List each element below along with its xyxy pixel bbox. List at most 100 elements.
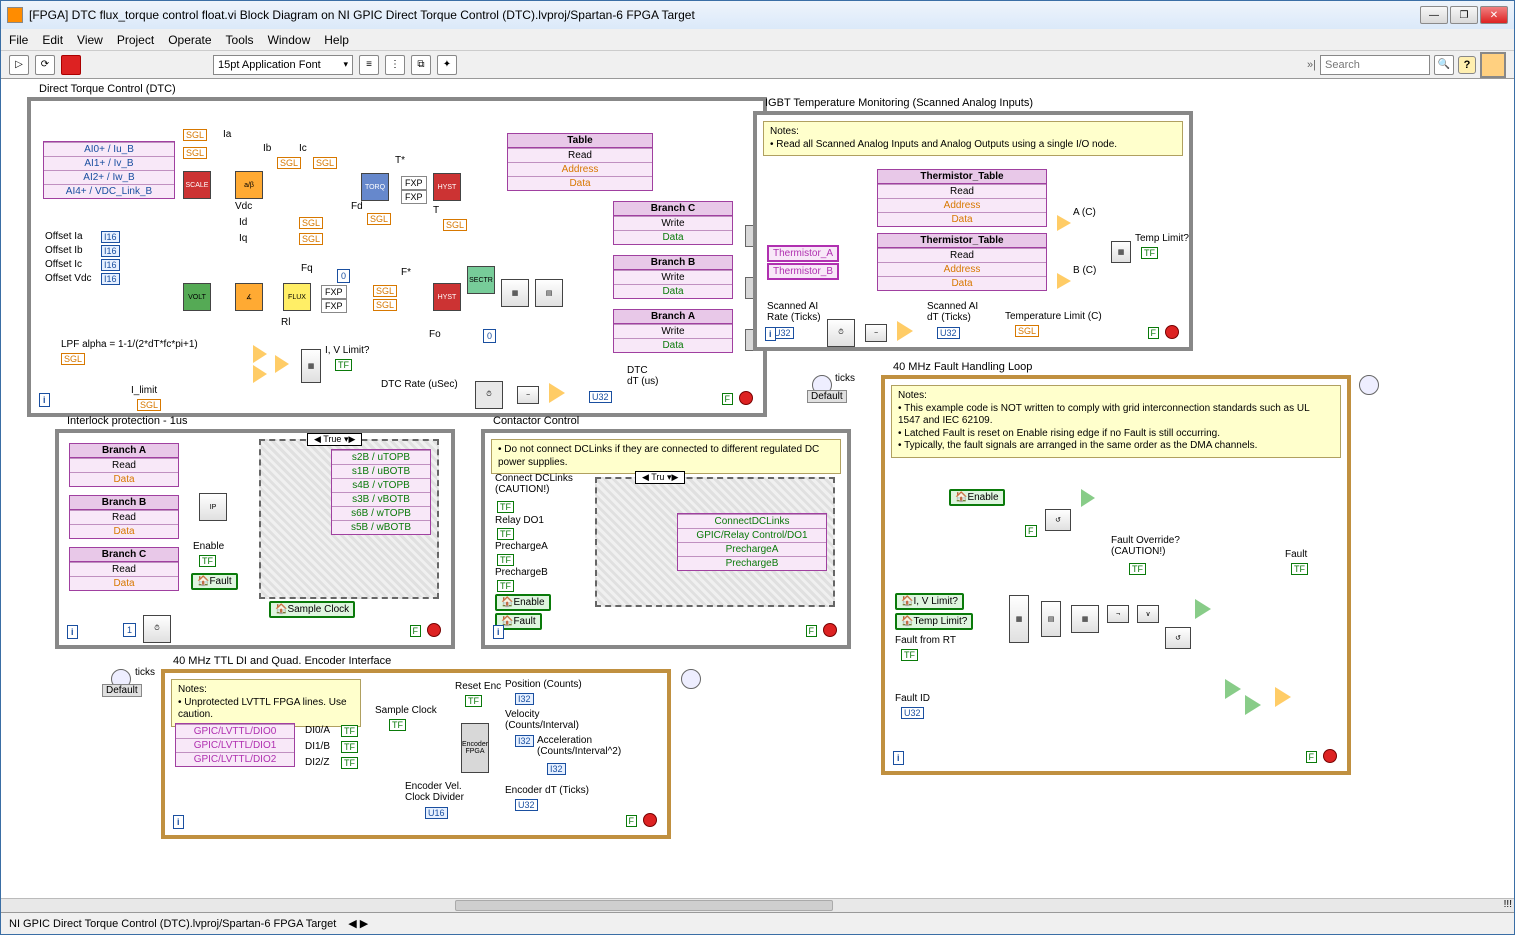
stop-terminal-icon[interactable] <box>739 391 753 405</box>
node-thermistor-table-a[interactable]: Thermistor_Table Read Address Data <box>877 169 1047 227</box>
horizontal-scrollbar[interactable]: !!! <box>1 898 1514 912</box>
stop-terminal-icon[interactable] <box>1165 325 1179 339</box>
subvi-hyst-f[interactable]: HYST <box>433 283 461 311</box>
align-button[interactable]: ≡ <box>359 55 379 75</box>
local-temp-limit[interactable]: 🏠Temp Limit? <box>895 613 973 630</box>
node-relay-outputs[interactable]: ConnectDCLinks GPIC/Relay Control/DO1 Pr… <box>677 513 827 571</box>
menu-window[interactable]: Window <box>268 33 311 47</box>
not-icon[interactable]: ¬ <box>1107 605 1129 623</box>
node-branch-b-read[interactable]: Branch B Read Data <box>69 495 179 539</box>
menu-help[interactable]: Help <box>324 33 349 47</box>
loop-condition-terminal[interactable]: F <box>1148 327 1160 339</box>
loop-condition-terminal[interactable]: F <box>1306 751 1318 763</box>
build-array-icon[interactable]: ▦ <box>1111 241 1131 263</box>
subvi-interlock[interactable]: IP <box>199 493 227 521</box>
node-branch-a-read[interactable]: Branch A Read Data <box>69 443 179 487</box>
distribute-button[interactable]: ⋮ <box>385 55 405 75</box>
stop-terminal-icon[interactable] <box>1323 749 1337 763</box>
stop-terminal-icon[interactable] <box>823 623 837 637</box>
node-half-bridge[interactable]: s2B / uTOPB s1B / uBOTB s4B / vTOPB s3B … <box>331 449 431 535</box>
font-selector[interactable]: 15pt Application Font <box>213 55 353 75</box>
build-array-icon[interactable]: ▦ <box>1009 595 1029 643</box>
run-button[interactable]: ▷ <box>9 55 29 75</box>
node-table[interactable]: Table Read Address Data <box>507 133 653 191</box>
node-branch-c-read[interactable]: Branch C Read Data <box>69 547 179 591</box>
subvi-torque[interactable]: TORQ <box>361 173 389 201</box>
subvi-transform[interactable]: ∡ <box>235 283 263 311</box>
local-iv-limit[interactable]: 🏠I, V Limit? <box>895 593 964 610</box>
node-branch-c[interactable]: Branch C Write Data <box>613 201 733 245</box>
stop-terminal-icon[interactable] <box>427 623 441 637</box>
node-analog-inputs[interactable]: AI0+ / Iu_B AI1+ / Iv_B AI2+ / Iw_B AI4+… <box>43 141 175 199</box>
subvi-encoder-fpga[interactable]: EncoderFPGA <box>461 723 489 773</box>
subvi-volt[interactable]: VOLT <box>183 283 211 311</box>
label-fault-override: Fault Override? (CAUTION!) <box>1111 535 1180 557</box>
label-default[interactable]: Default <box>807 390 847 403</box>
help-button[interactable]: ? <box>1458 56 1476 74</box>
build-array-icon[interactable]: ▦ <box>301 349 321 383</box>
loop-condition-terminal[interactable]: F <box>410 625 422 637</box>
menu-operate[interactable]: Operate <box>168 33 211 47</box>
i16-indicator: I16 <box>101 231 120 243</box>
subvi-flux[interactable]: FLUX <box>283 283 311 311</box>
subvi-boolean-array[interactable]: ▦ <box>1071 605 1099 633</box>
close-button[interactable]: ✕ <box>1480 6 1508 24</box>
menu-project[interactable]: Project <box>117 33 154 47</box>
numeric-constant-one[interactable]: 1 <box>123 623 136 637</box>
menu-file[interactable]: File <box>9 33 28 47</box>
local-enable[interactable]: 🏠Enable <box>495 594 551 611</box>
menu-view[interactable]: View <box>77 33 103 47</box>
stop-terminal-icon[interactable] <box>643 813 657 827</box>
scrollbar-thumb[interactable] <box>455 900 833 911</box>
subvi-scale[interactable]: SCALE <box>183 171 211 199</box>
run-cont-button[interactable]: ⟳ <box>35 55 55 75</box>
local-enable[interactable]: 🏠Enable <box>949 489 1005 506</box>
subvi-loop-timer[interactable]: ⏱ <box>827 319 855 347</box>
subvi-loop-timer[interactable]: ⏱ <box>475 381 503 409</box>
cleanup-button[interactable]: ✦ <box>437 55 457 75</box>
node-branch-b[interactable]: Branch B Write Data <box>613 255 733 299</box>
loop-dtc-title: Direct Torque Control (DTC) <box>39 83 176 95</box>
feedback-node-icon[interactable]: ↺ <box>1045 509 1071 531</box>
reorder-button[interactable]: ⧉ <box>411 55 431 75</box>
label-default[interactable]: Default <box>102 684 142 697</box>
titlebar[interactable]: [FPGA] DTC flux_torque control float.vi … <box>1 1 1514 29</box>
loop-condition-terminal[interactable]: F <box>626 815 638 827</box>
io-thermistor-b[interactable]: Thermistor_B <box>767 263 839 280</box>
or-icon[interactable]: ∨ <box>1137 605 1159 623</box>
vi-icon[interactable] <box>1480 52 1506 78</box>
io-thermistor-a[interactable]: Thermistor_A <box>767 245 839 262</box>
feedback-node-icon[interactable]: ↺ <box>1165 627 1191 649</box>
node-hdr: Thermistor_Table <box>878 234 1046 248</box>
subtract-icon[interactable]: − <box>865 324 887 342</box>
case-selector[interactable]: ◀ Tru ▾▶ <box>635 471 685 484</box>
abort-button[interactable] <box>61 55 81 75</box>
local-fault[interactable]: 🏠Fault <box>191 573 238 590</box>
unbundle-icon[interactable]: ▤ <box>1041 601 1061 637</box>
menu-tools[interactable]: Tools <box>226 33 254 47</box>
subvi-bundle[interactable]: ▦ <box>501 279 529 307</box>
block-diagram-canvas[interactable]: Direct Torque Control (DTC) AI0+ / Iu_B … <box>1 79 1514 898</box>
numeric-constant-zero[interactable]: 0 <box>483 329 496 343</box>
menu-edit[interactable]: Edit <box>42 33 63 47</box>
search-button[interactable]: 🔍 <box>1434 55 1454 75</box>
subvi-select[interactable]: ▤ <box>535 279 563 307</box>
subvi-hyst-t[interactable]: HYST <box>433 173 461 201</box>
local-sample-clock[interactable]: 🏠Sample Clock <box>269 601 355 618</box>
maximize-button[interactable]: ❐ <box>1450 6 1478 24</box>
loop-condition-terminal[interactable]: F <box>722 393 734 405</box>
subtract-icon[interactable]: − <box>517 386 539 404</box>
numeric-constant-zero[interactable]: 0 <box>337 269 350 283</box>
tf-constant-false[interactable]: F <box>1025 525 1037 537</box>
search-input[interactable]: Search <box>1320 55 1430 75</box>
subvi-sector[interactable]: SECTR <box>467 266 495 294</box>
node-dio[interactable]: GPIC/LVTTL/DIO0 GPIC/LVTTL/DIO1 GPIC/LVT… <box>175 723 295 767</box>
case-selector[interactable]: ◀ True ▾▶ <box>307 433 362 446</box>
minimize-button[interactable]: — <box>1420 6 1448 24</box>
node-branch-a[interactable]: Branch A Write Data <box>613 309 733 353</box>
subvi-loop-timer[interactable]: ⏱ <box>143 615 171 643</box>
node-thermistor-table-b[interactable]: Thermistor_Table Read Address Data <box>877 233 1047 291</box>
loop-condition-terminal[interactable]: F <box>806 625 818 637</box>
subvi-abc-dq[interactable]: a/β <box>235 171 263 199</box>
node-row: Read <box>508 148 652 162</box>
